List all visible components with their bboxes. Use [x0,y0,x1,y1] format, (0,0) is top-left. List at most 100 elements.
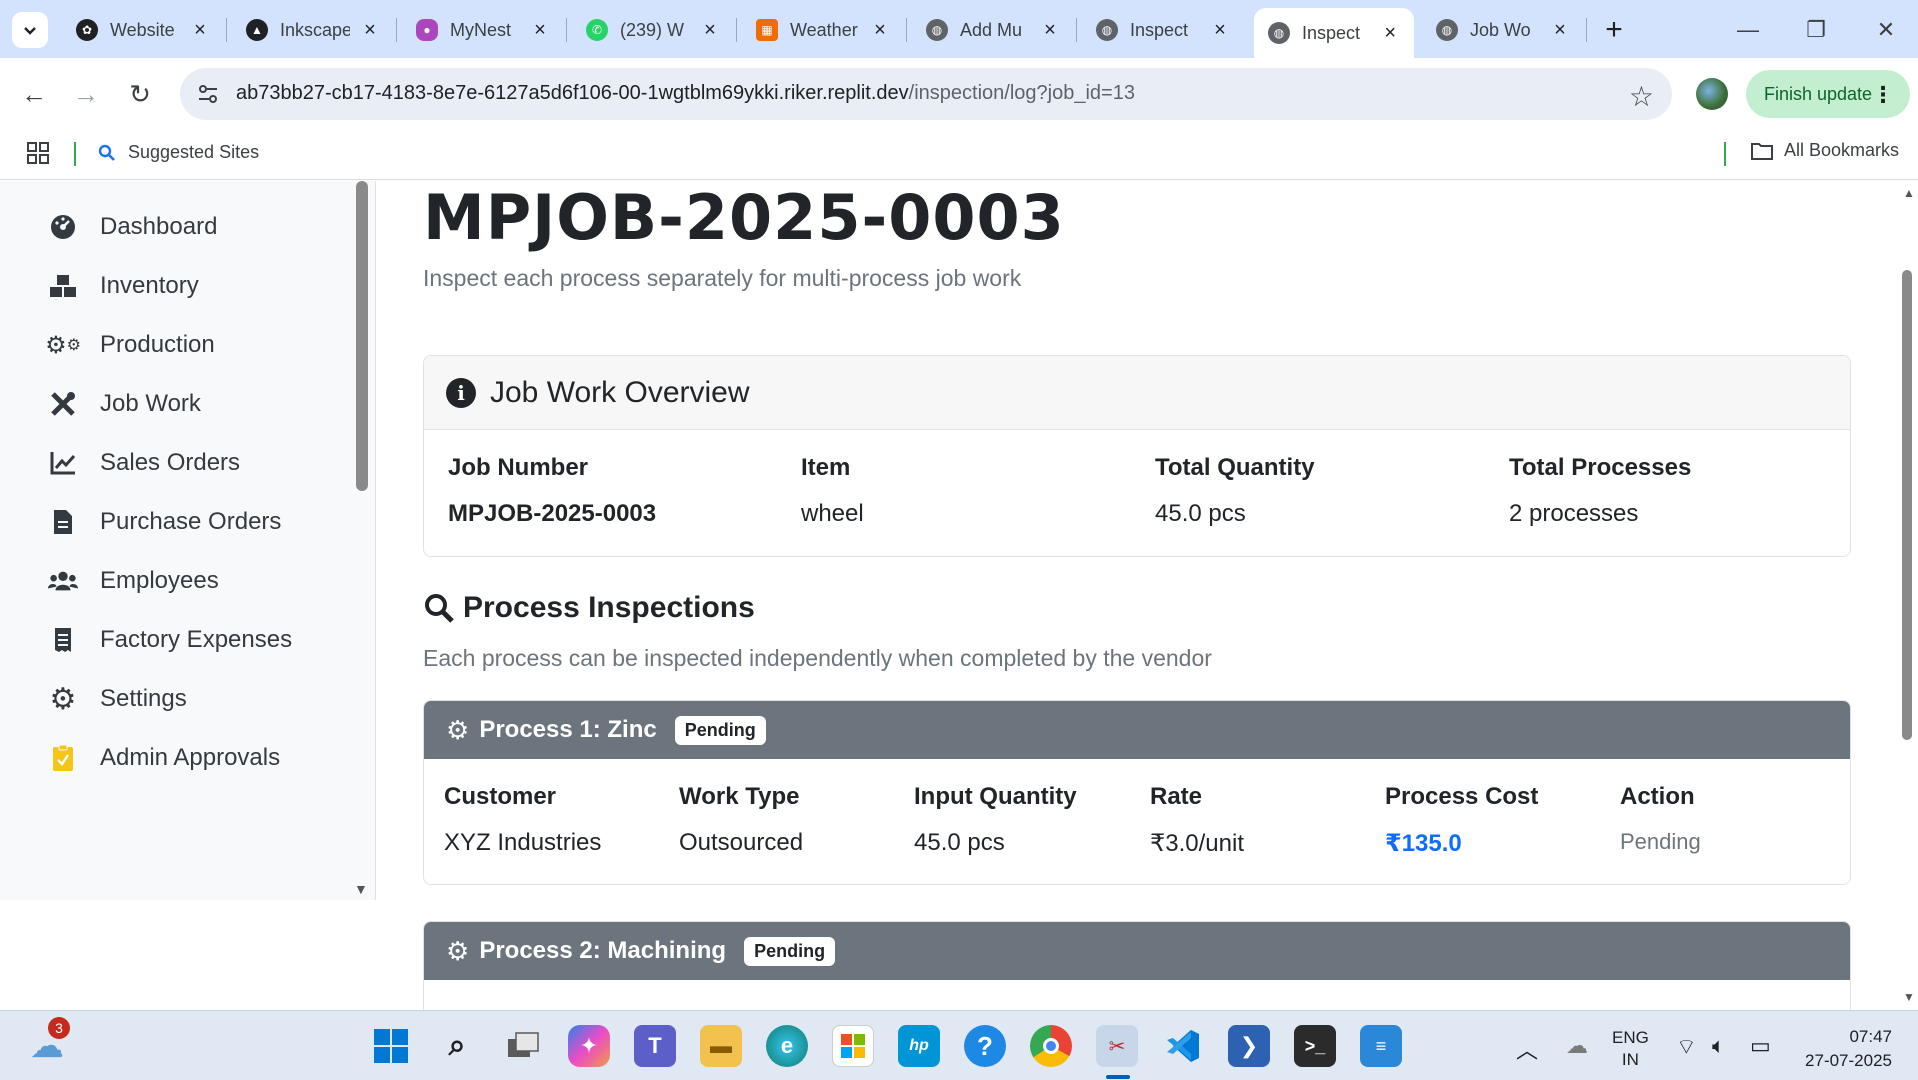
all-bookmarks-button[interactable]: All Bookmarks [1750,140,1899,161]
volume-icon[interactable]: 🔈︎ [1712,1033,1725,1059]
browser-tab[interactable]: ● MyNest × [402,8,564,52]
snipping-tool-icon[interactable]: ✂ [1096,1025,1138,1067]
browser-tab[interactable]: ✿ Website × [62,8,224,52]
scroll-up-arrow-icon[interactable]: ▲ [1903,186,1915,200]
powershell-icon[interactable]: ❯ [1228,1025,1270,1067]
task-view-icon[interactable] [502,1025,544,1067]
sidebar-item-production[interactable]: ⚙ ⚙ Production [45,325,215,365]
language-line2: IN [1621,1050,1639,1069]
field-value: ₹3.0/unit [1150,830,1244,857]
browser-tab[interactable]: ◍ Job Wo × [1422,8,1584,52]
close-icon[interactable]: × [1380,22,1400,44]
browser-tab[interactable]: ▲ Inkscape × [232,8,394,52]
clock-date: 27-07-2025 [1805,1051,1892,1070]
tab-label: Inspect [1130,19,1189,40]
edge-browser-icon[interactable]: e [766,1025,808,1067]
tab-search-button[interactable] [12,12,48,48]
process-inspections-title: Process Inspections [463,591,755,624]
back-arrow-icon[interactable]: ← [14,74,54,114]
browser-tab[interactable]: ◍ Add Mu × [912,8,1074,52]
action-status-text: Pending [1620,829,1701,854]
reload-icon[interactable]: ↻ [120,74,160,114]
system-clock[interactable]: 07:47 27-07-2025 [1796,1025,1892,1073]
close-icon[interactable]: × [530,19,550,41]
browser-toolbar: ← → ↻ ab73bb27-cb17-4183-8e7e-6127a5d6f1… [0,58,1918,130]
sidebar-item-job-work[interactable]: Job Work [48,384,201,424]
close-icon[interactable]: × [1550,19,1570,41]
tab-label: Inkscape [280,19,350,40]
url-path: /inspection/log?job_id=13 [908,82,1135,104]
status-badge: Pending [744,936,836,966]
microsoft-store-icon[interactable] [832,1025,874,1067]
close-window-icon[interactable]: ✕ [1866,12,1906,48]
browser-tab[interactable]: ✆ (239) W × [572,8,734,52]
suggested-sites-label: Suggested Sites [128,142,260,162]
chrome-icon[interactable] [1030,1025,1072,1067]
field-label: Process Cost [1385,783,1539,810]
app-sidebar: Dashboard Inventory ⚙ ⚙ Production Job Wo… [0,181,376,900]
field-label: Work Type [679,783,800,810]
tab-divider [1076,18,1077,42]
close-icon[interactable]: × [700,19,720,41]
minimize-icon[interactable]: — [1728,12,1768,48]
apps-grid-icon[interactable] [26,141,50,165]
sidebar-item-sales-orders[interactable]: Sales Orders [48,443,240,483]
suggested-sites-bookmark[interactable]: Suggested Sites [98,142,259,163]
browser-tab[interactable]: ◍ Inspect × [1082,8,1244,52]
new-tab-button[interactable]: + [1598,13,1630,46]
language-indicator[interactable]: ENG IN [1612,1027,1649,1071]
bookmarks-divider [1724,142,1726,166]
sidebar-item-dashboard[interactable]: Dashboard [48,207,217,247]
teams-icon[interactable]: T [634,1025,676,1067]
close-icon[interactable]: × [360,19,380,41]
sidebar-item-inventory[interactable]: Inventory [48,266,199,306]
notepad-icon[interactable]: ≡ [1360,1025,1402,1067]
close-icon[interactable]: × [870,19,890,41]
battery-icon[interactable]: ▭ [1750,1033,1771,1059]
more-menu-icon[interactable]: ⋮ [1872,82,1894,108]
browser-tab-active[interactable]: ◍ Inspect × [1254,8,1414,58]
finish-update-button[interactable]: Finish update ⋮ [1746,70,1910,118]
vscode-icon[interactable] [1162,1025,1204,1067]
tools-icon [48,389,78,419]
sidebar-item-admin-approvals[interactable]: Admin Approvals [48,738,280,778]
bookmark-star-icon[interactable]: ☆ [1629,80,1654,113]
sidebar-item-label: Settings [100,685,187,712]
field-label: Item [801,454,851,481]
sidebar-scrollbar-thumb[interactable] [356,181,368,491]
browser-tab[interactable]: ▦ Weather × [742,8,904,52]
myhp-icon[interactable]: hp [898,1025,940,1067]
close-icon[interactable]: × [1040,19,1060,41]
sidebar-item-label: Admin Approvals [100,744,281,771]
copilot-icon[interactable]: ✦ [568,1025,610,1067]
chevron-up-icon[interactable]: ︿ [1516,1033,1538,1065]
close-icon[interactable]: × [190,19,210,41]
main-scrollbar-thumb[interactable] [1902,270,1912,740]
sidebar-item-employees[interactable]: Employees [48,561,219,601]
browser-tab-strip: ✿ Website × ▲ Inkscape × ● MyNest × ✆ (2… [0,0,1918,58]
sidebar-item-purchase-orders[interactable]: Purchase Orders [48,502,281,542]
onedrive-cloud-icon[interactable]: ☁ [1566,1033,1588,1059]
windows-start-icon[interactable] [370,1025,412,1067]
url-text[interactable]: ab73bb27-cb17-4183-8e7e-6127a5d6f106-00-… [236,82,1135,105]
terminal-icon[interactable]: >_ [1294,1025,1336,1067]
scroll-down-arrow-icon[interactable]: ▼ [1903,990,1915,1004]
restore-icon[interactable]: ❐ [1796,12,1836,48]
file-explorer-icon[interactable]: ▬ [700,1025,742,1067]
wifi-icon[interactable]: ⌔ [1676,1033,1697,1061]
sidebar-item-settings[interactable]: ⚙ Settings [48,679,187,719]
profile-avatar[interactable] [1696,78,1728,110]
sidebar-item-factory-expenses[interactable]: Factory Expenses [48,620,292,660]
site-info-icon[interactable] [196,82,220,106]
address-bar[interactable]: ab73bb27-cb17-4183-8e7e-6127a5d6f106-00-… [180,68,1672,120]
search-icon[interactable]: ⌕ [436,1025,478,1067]
close-icon[interactable]: × [1210,19,1230,41]
scroll-down-arrow-icon[interactable]: ▼ [354,881,370,897]
clock-time: 07:47 [1849,1027,1892,1046]
help-icon[interactable]: ? [964,1025,1006,1067]
overview-card-header: i Job Work Overview [424,356,1850,430]
process-inspections-subtitle: Each process can be inspected independen… [423,645,1212,671]
dashboard-gauge-icon [48,212,78,242]
forward-arrow-icon[interactable]: → [66,74,106,114]
sidebar-item-label: Employees [100,567,219,594]
